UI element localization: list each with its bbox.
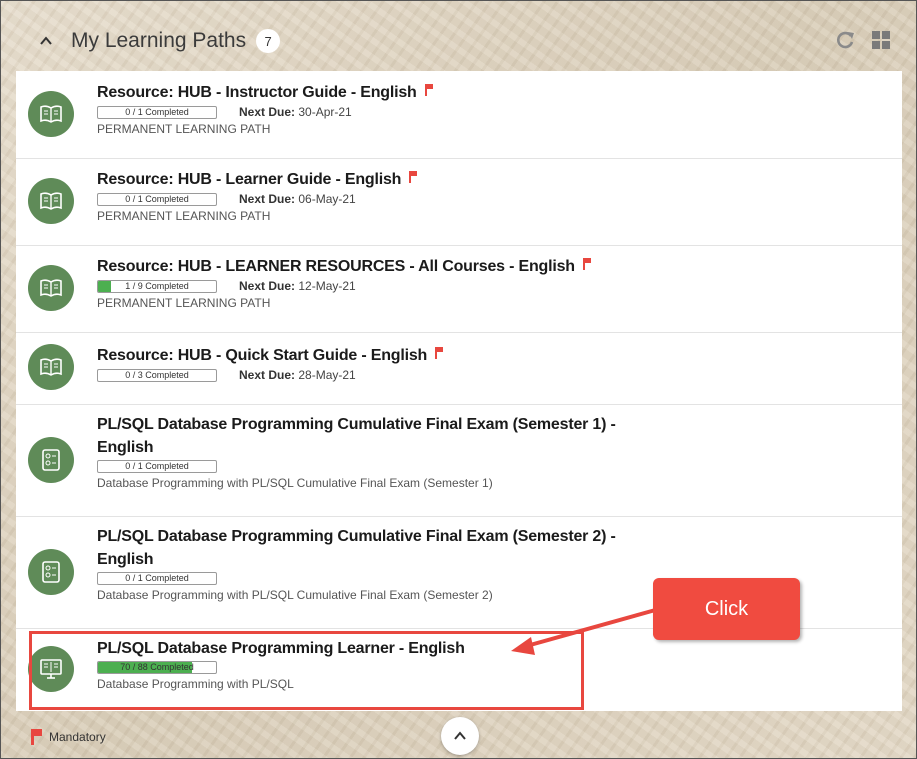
next-due: Next Due: 28-May-21 xyxy=(239,368,356,382)
progress-bar: 0 / 1 Completed xyxy=(97,572,217,585)
panel-title: My Learning Paths xyxy=(71,29,247,52)
next-due: Next Due: 12-May-21 xyxy=(239,279,356,293)
grid-view-icon[interactable] xyxy=(870,29,892,51)
item-title[interactable]: Resource: HUB - Quick Start Guide - Engl… xyxy=(97,347,427,364)
chevron-up-icon[interactable] xyxy=(39,34,53,48)
progress-bar: 1 / 9 Completed xyxy=(97,279,217,293)
progress-bar: 0 / 1 Completed xyxy=(97,105,217,119)
refresh-icon[interactable] xyxy=(834,29,856,51)
progress-bar: 0 / 1 Completed xyxy=(97,192,217,206)
list-item[interactable]: Resource: HUB - LEARNER RESOURCES - All … xyxy=(16,245,902,333)
item-title[interactable]: PL/SQL Database Programming Cumulative F… xyxy=(97,413,616,459)
item-title[interactable]: Resource: HUB - LEARNER RESOURCES - All … xyxy=(97,258,575,275)
book-icon xyxy=(28,344,74,390)
exam-icon xyxy=(28,549,74,595)
progress-bar: 0 / 1 Completed xyxy=(97,460,217,473)
book-icon xyxy=(28,265,74,311)
mandatory-flag-icon xyxy=(31,729,42,745)
mandatory-flag-icon xyxy=(582,258,591,270)
collapse-button[interactable] xyxy=(441,717,479,755)
item-subtitle: Database Programming with PL/SQL Cumulat… xyxy=(97,588,493,602)
count-badge: 7 xyxy=(256,29,281,53)
progress-bar: 0 / 3 Completed xyxy=(97,368,217,382)
header-actions xyxy=(834,29,892,51)
chevron-up-icon xyxy=(454,731,466,740)
next-due: Next Due: 30-Apr-21 xyxy=(239,105,352,119)
legend-label: Mandatory xyxy=(49,730,106,744)
next-due: Next Due: 06-May-21 xyxy=(239,192,356,206)
book-icon xyxy=(28,91,74,137)
item-title[interactable]: PL/SQL Database Programming Cumulative F… xyxy=(97,525,616,571)
list-item[interactable]: Resource: HUB - Quick Start Guide - Engl… xyxy=(16,332,902,405)
callout-arrow xyxy=(511,607,660,655)
exam-icon xyxy=(28,437,74,483)
mandatory-flag-icon xyxy=(424,84,433,96)
item-subtitle: PERMANENT LEARNING PATH xyxy=(97,209,271,223)
list-item[interactable]: PL/SQL Database Programming Cumulative F… xyxy=(16,404,902,517)
list-item[interactable]: Resource: HUB - Instructor Guide - Engli… xyxy=(16,71,902,159)
panel-header: My Learning Paths 7 xyxy=(39,27,281,55)
click-callout: Click xyxy=(653,578,800,640)
mandatory-flag-icon xyxy=(435,347,444,359)
list-item[interactable]: Resource: HUB - Learner Guide - English … xyxy=(16,158,902,246)
item-subtitle: PERMANENT LEARNING PATH xyxy=(97,296,271,310)
item-subtitle: Database Programming with PL/SQL Cumulat… xyxy=(97,476,493,490)
book-icon xyxy=(28,178,74,224)
learning-paths-panel: My Learning Paths 7 Resource: HUB - Inst… xyxy=(0,0,917,759)
item-title[interactable]: Resource: HUB - Instructor Guide - Engli… xyxy=(97,84,417,101)
item-subtitle: PERMANENT LEARNING PATH xyxy=(97,122,271,136)
legend: Mandatory xyxy=(31,729,106,745)
item-title[interactable]: Resource: HUB - Learner Guide - English xyxy=(97,171,401,188)
mandatory-flag-icon xyxy=(409,171,418,183)
